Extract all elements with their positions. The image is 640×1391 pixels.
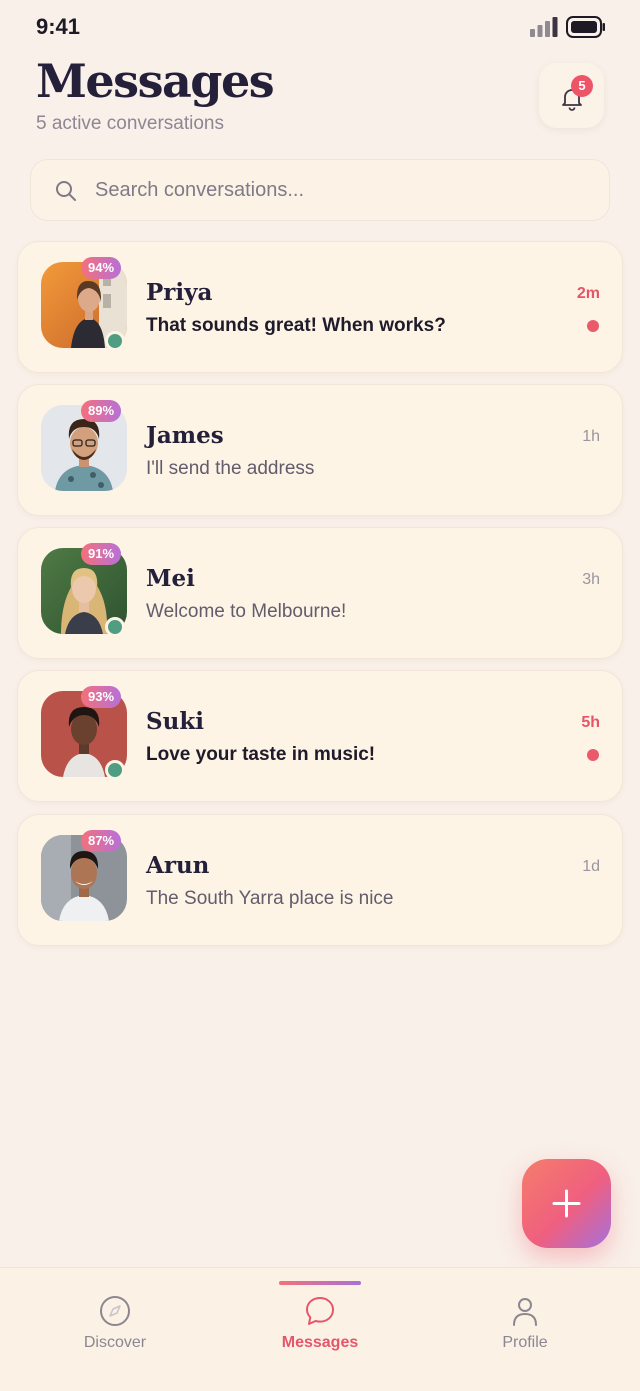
match-percent-badge: 93% [81, 686, 122, 708]
nav-label: Discover [83, 1334, 147, 1351]
conversation-item[interactable]: 94% Priya That sounds great! When works?… [17, 241, 623, 373]
contact-name: Mei [146, 565, 195, 592]
person-icon [513, 1298, 537, 1326]
status-bar: 9:41 [0, 0, 640, 52]
message-time: 2m [576, 285, 600, 302]
contact-name: Arun [146, 852, 210, 879]
message-time: 5h [581, 714, 600, 731]
match-percent-badge: 89% [81, 400, 122, 422]
bottom-nav: Discover Messages Profile [0, 1267, 640, 1391]
message-preview: Welcome to Melbourne! [146, 601, 347, 622]
new-message-button[interactable] [522, 1159, 611, 1248]
chat-bubble-icon [306, 1297, 334, 1325]
message-time: 1d [582, 858, 600, 875]
match-percent-badge: 94% [81, 257, 122, 279]
active-tab-indicator [279, 1281, 361, 1285]
search-placeholder: Search conversations... [95, 179, 304, 201]
contact-name: James [146, 422, 224, 449]
message-time: 1h [582, 428, 600, 445]
contact-name: Suki [146, 708, 205, 735]
unread-indicator [587, 749, 599, 761]
page-title: Messages [36, 54, 275, 108]
compass-icon [100, 1296, 130, 1326]
message-preview: Love your taste in music! [146, 744, 376, 765]
nav-label: Profile [502, 1334, 548, 1351]
message-preview: I'll send the address [146, 458, 315, 479]
message-preview: That sounds great! When works? [146, 315, 446, 336]
message-preview: The South Yarra place is nice [146, 888, 394, 909]
signal-icon [530, 17, 558, 37]
online-status-indicator [105, 617, 125, 637]
nav-item-messages[interactable]: Messages [250, 1268, 390, 1391]
match-percent-badge: 87% [81, 830, 122, 852]
contact-name: Priya [146, 279, 213, 306]
nav-item-discover[interactable]: Discover [45, 1268, 185, 1391]
search-input[interactable]: Search conversations... [30, 159, 610, 221]
conversation-item[interactable]: 87% Arun The South Yarra place is nice 1… [17, 814, 623, 946]
notification-count-badge: 5 [571, 75, 593, 97]
conversation-item[interactable]: 91% Mei Welcome to Melbourne! 3h [17, 527, 623, 659]
online-status-indicator [105, 760, 125, 780]
battery-icon [566, 16, 605, 38]
conversation-item[interactable]: 93% Suki Love your taste in music! 5h [17, 670, 623, 802]
online-status-indicator [105, 331, 125, 351]
status-time: 9:41 [36, 14, 81, 39]
nav-label: Messages [281, 1334, 359, 1351]
plus-icon [552, 1189, 581, 1218]
notifications-button[interactable]: 5 [539, 63, 604, 128]
page-subtitle: 5 active conversations [36, 113, 224, 134]
search-icon [56, 181, 76, 201]
message-time: 3h [582, 571, 600, 588]
conversation-item[interactable]: 89% James I'll send the address 1h [17, 384, 623, 516]
match-percent-badge: 91% [81, 543, 122, 565]
nav-item-profile[interactable]: Profile [455, 1268, 595, 1391]
unread-indicator [587, 320, 599, 332]
